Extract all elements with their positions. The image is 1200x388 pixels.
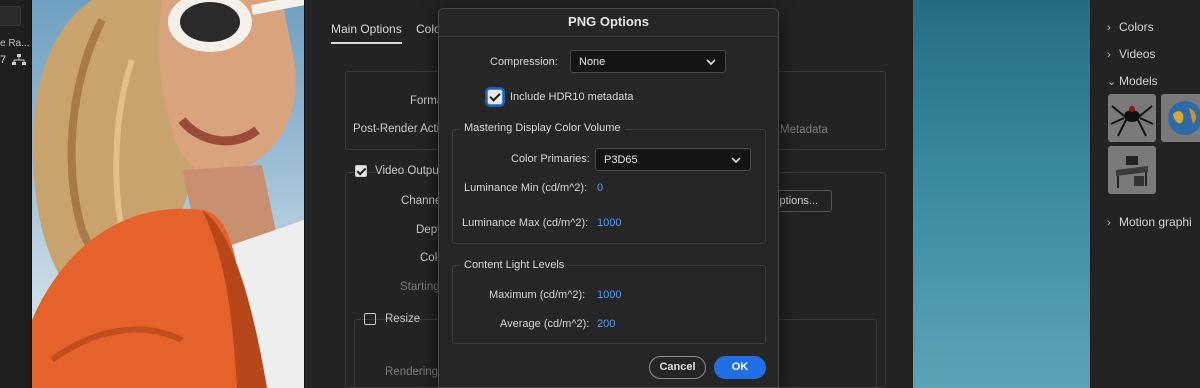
video-output-checkbox[interactable] <box>355 165 367 177</box>
average-value[interactable]: 200 <box>597 318 615 330</box>
chevron-down-icon: ⌄ <box>1107 76 1117 88</box>
compression-select[interactable]: None <box>570 50 726 73</box>
chevron-right-icon: › <box>1107 49 1111 61</box>
left-truncated-label: e Ra... <box>0 38 30 49</box>
panel-item-label: Models <box>1119 74 1158 88</box>
resize-label: Resize <box>385 313 421 325</box>
compression-value: None <box>579 56 606 68</box>
cancel-button[interactable]: Cancel <box>649 356 706 379</box>
lum-min-label: Luminance Min (cd/m^2): <box>464 182 588 194</box>
chevron-down-icon <box>706 59 716 66</box>
panel-item-label: Videos <box>1119 47 1156 61</box>
metadata-label: Metadata <box>780 124 828 136</box>
color-primaries-select[interactable]: P3D65 <box>595 148 751 171</box>
model-thumb-spider[interactable] <box>1108 94 1156 142</box>
post-render-label: Post-Render Actio <box>353 123 446 135</box>
preview-photo <box>32 0 304 388</box>
starting-label: Starting <box>400 281 440 293</box>
average-label: Average (cd/m^2): <box>500 318 590 330</box>
network-icon[interactable] <box>12 54 26 66</box>
left-count: 7 <box>0 54 7 66</box>
panel-item-videos[interactable]: › Videos <box>1107 47 1155 61</box>
compression-label: Compression: <box>490 56 558 68</box>
color-primaries-value: P3D65 <box>604 154 638 166</box>
lum-min-value[interactable]: 0 <box>597 182 603 194</box>
hdr10-checkbox[interactable] <box>487 89 503 105</box>
png-options-dialog: PNG Options Compression: None Include HD… <box>438 8 779 388</box>
left-panel: e Ra... 7 <box>0 0 32 388</box>
channels-label: Channe <box>401 195 442 207</box>
chevron-right-icon: › <box>1107 217 1111 229</box>
depth-label: Dept <box>416 224 441 236</box>
content-light-group <box>452 265 766 344</box>
panel-item-label: Colors <box>1119 20 1154 34</box>
panel-item-colors[interactable]: › Colors <box>1107 20 1154 34</box>
preview-background <box>913 0 1090 388</box>
panel-item-label: Motion graphi <box>1119 215 1192 229</box>
panel-item-motion-graphics[interactable]: › Motion graphi <box>1107 215 1192 229</box>
maximum-label: Maximum (cd/m^2): <box>489 289 586 301</box>
color-primaries-label: Color Primaries: <box>511 153 590 165</box>
lum-max-label: Luminance Max (cd/m^2): <box>462 217 589 229</box>
mastering-group-title: Mastering Display Color Volume <box>460 122 625 134</box>
lum-max-value[interactable]: 1000 <box>597 217 621 229</box>
tab-main-options[interactable]: Main Options <box>331 22 402 44</box>
resize-checkbox[interactable] <box>364 313 376 325</box>
panel-item-models[interactable]: ⌄ Models <box>1107 74 1158 88</box>
dialog-title: PNG Options <box>439 9 778 37</box>
tab-colors[interactable]: Colo <box>416 22 441 36</box>
rendering-label: Rendering <box>385 366 439 378</box>
right-panel: › Colors › Videos ⌄ Models › Motion graphi <box>1090 0 1200 388</box>
ok-button[interactable]: OK <box>714 356 766 379</box>
chevron-down-icon <box>731 157 741 164</box>
video-output-label: Video Output <box>375 165 442 177</box>
model-thumb-globe[interactable] <box>1161 94 1200 142</box>
content-light-group-title: Content Light Levels <box>460 259 569 271</box>
hdr10-label: Include HDR10 metadata <box>510 91 634 103</box>
left-search-field[interactable] <box>0 6 21 26</box>
chevron-right-icon: › <box>1107 22 1111 34</box>
model-thumb-desk[interactable] <box>1108 146 1156 194</box>
maximum-value[interactable]: 1000 <box>597 289 621 301</box>
